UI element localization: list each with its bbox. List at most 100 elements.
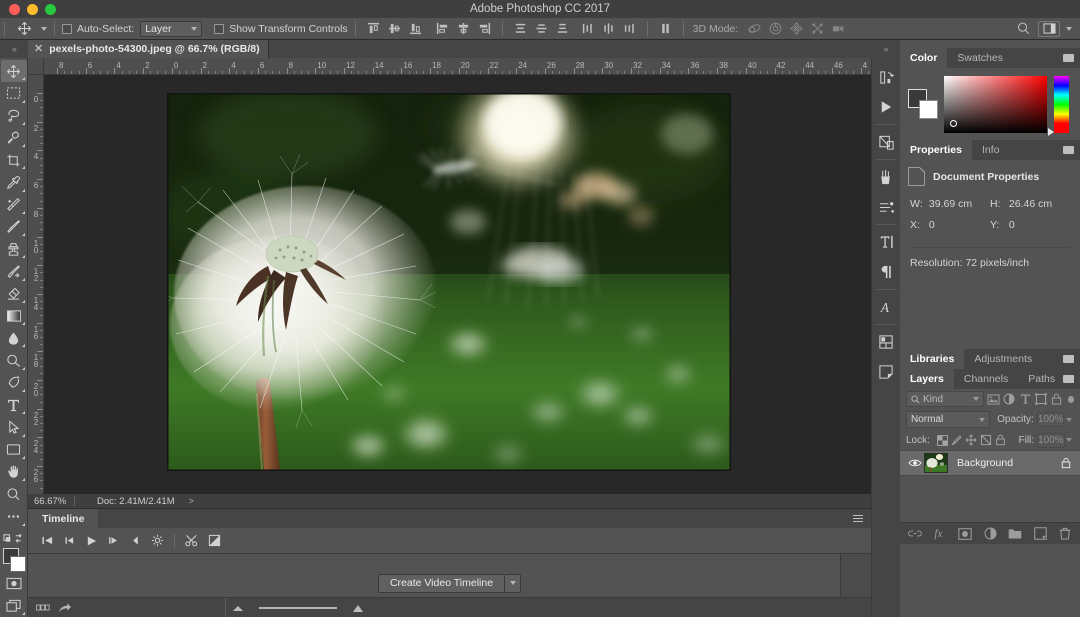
notes-icon[interactable] [873, 357, 900, 387]
eyedropper-tool[interactable] [1, 171, 27, 193]
zoom-in-triangle-icon[interactable] [353, 605, 363, 612]
dodge-tool[interactable] [1, 349, 27, 371]
color-panel-swatches[interactable] [908, 89, 938, 119]
workspace-switcher-icon[interactable] [1038, 21, 1060, 37]
options-bar-grip[interactable] [0, 18, 9, 40]
auto-select-group[interactable]: Auto-Select: [62, 23, 134, 35]
pixel-layer-filter-icon[interactable] [987, 391, 1000, 407]
pen-tool[interactable] [1, 372, 27, 394]
lock-position-icon[interactable] [964, 432, 979, 448]
transition-icon[interactable] [203, 530, 225, 552]
brush-tool[interactable] [1, 216, 27, 238]
history-brush-tool[interactable] [1, 260, 27, 282]
rectangular-marquee-tool[interactable] [1, 82, 27, 104]
type-layer-filter-icon[interactable] [1019, 391, 1032, 407]
document-tab[interactable]: ✕ pexels-photo-54300.jpeg @ 66.7% (RGB/8… [28, 40, 269, 58]
filter-toggle-icon[interactable] [1068, 396, 1074, 403]
type-tool[interactable] [1, 394, 27, 416]
maximize-window-button[interactable] [45, 4, 56, 15]
opacity-chevron-icon[interactable] [1064, 412, 1074, 427]
show-transform-checkbox[interactable] [214, 24, 224, 34]
status-expand-arrow-icon[interactable]: > [189, 496, 194, 506]
adjustment-layer-filter-icon[interactable] [1003, 391, 1016, 407]
lock-all-icon[interactable] [993, 432, 1008, 448]
auto-select-scope-dropdown[interactable]: Layer [140, 21, 202, 37]
color-picker-marker[interactable] [950, 120, 957, 127]
shape-layer-filter-icon[interactable] [1035, 391, 1048, 407]
libraries-panel-menu-icon[interactable] [1063, 355, 1074, 363]
lock-artboard-nesting-icon[interactable] [978, 432, 993, 448]
properties-x[interactable]: X: 0 [910, 219, 990, 231]
add-layer-style-icon[interactable]: fx [933, 527, 947, 541]
paragraph-icon[interactable] [873, 257, 900, 287]
distribute-vertical-centers-icon[interactable] [531, 19, 552, 39]
foreground-background-color-swatches[interactable] [1, 547, 27, 572]
layer-comps-icon[interactable] [873, 327, 900, 357]
new-group-icon[interactable] [1008, 527, 1022, 541]
hue-strip[interactable] [1054, 76, 1069, 133]
align-horizontal-centers-icon[interactable] [453, 19, 474, 39]
rectangle-tool[interactable] [1, 439, 27, 461]
vertical-ruler[interactable]: 02468101214161820222426 [28, 75, 44, 494]
properties-y[interactable]: Y: 0 [990, 219, 1070, 231]
character-styles-icon[interactable]: A [873, 292, 900, 322]
play-icon[interactable] [80, 530, 102, 552]
opacity-value[interactable]: 100% [1037, 412, 1065, 427]
auto-select-checkbox[interactable] [62, 24, 72, 34]
tab-swatches[interactable]: Swatches [947, 48, 1013, 68]
fill-chevron-icon[interactable] [1065, 433, 1074, 448]
clone-stamp-tool[interactable] [1, 238, 27, 260]
background-color-swatch[interactable] [919, 100, 938, 119]
minimize-window-button[interactable] [27, 4, 38, 15]
zoom-tool[interactable] [1, 483, 27, 505]
previous-frame-icon[interactable] [58, 530, 80, 552]
link-layers-icon[interactable] [908, 527, 922, 541]
move-tool[interactable] [1, 60, 27, 82]
tab-timeline[interactable]: Timeline [28, 509, 98, 528]
next-frame-icon[interactable] [102, 530, 124, 552]
3d-orbit-icon[interactable] [744, 19, 765, 39]
3d-roll-icon[interactable] [765, 19, 786, 39]
timeline-panel-menu-icon[interactable] [853, 515, 863, 522]
brush-presets-icon[interactable] [873, 192, 900, 222]
lock-icon[interactable] [1057, 457, 1074, 469]
share-export-icon[interactable] [58, 601, 72, 615]
tab-color[interactable]: Color [900, 48, 947, 68]
align-vertical-centers-icon[interactable] [384, 19, 405, 39]
render-grid-icon[interactable] [36, 601, 50, 615]
tab-paths[interactable]: Paths [1018, 369, 1065, 389]
align-bottom-edges-icon[interactable] [405, 19, 426, 39]
tool-preset-chevron-icon[interactable] [41, 27, 47, 31]
crop-tool[interactable] [1, 149, 27, 171]
tab-channels[interactable]: Channels [954, 369, 1018, 389]
lasso-tool[interactable] [1, 105, 27, 127]
collapse-left-dock-button[interactable]: « [0, 40, 28, 58]
edit-toolbar-tool[interactable] [1, 505, 27, 527]
active-tool-preset-picker[interactable] [9, 19, 39, 39]
lock-image-pixels-icon[interactable] [949, 432, 964, 448]
default-colors-tool[interactable] [1, 531, 27, 545]
tab-libraries[interactable]: Libraries [900, 349, 964, 369]
properties-panel-menu-icon[interactable] [1063, 146, 1074, 154]
eye-icon[interactable] [906, 458, 923, 468]
3d-slide-icon[interactable] [807, 19, 828, 39]
align-top-edges-icon[interactable] [363, 19, 384, 39]
color-picker-field[interactable] [944, 76, 1047, 133]
create-video-timeline-group[interactable]: Create Video Timeline [378, 574, 521, 593]
new-layer-icon[interactable] [1033, 527, 1047, 541]
tab-layers[interactable]: Layers [900, 369, 954, 389]
distribute-horizontal-centers-icon[interactable] [598, 19, 619, 39]
tab-properties[interactable]: Properties [900, 140, 972, 160]
background-color-swatch[interactable] [10, 556, 26, 572]
blend-mode-dropdown[interactable]: Normal [906, 411, 990, 428]
spot-healing-brush-tool[interactable] [1, 194, 27, 216]
options-bar-right[interactable] [1013, 19, 1080, 39]
add-layer-mask-icon[interactable] [958, 527, 972, 541]
close-icon[interactable]: ✕ [34, 44, 43, 55]
smart-object-filter-icon[interactable] [1050, 391, 1063, 407]
distribute-left-edges-icon[interactable] [577, 19, 598, 39]
audio-icon[interactable] [124, 530, 146, 552]
new-fill-adjustment-icon[interactable] [983, 527, 997, 541]
history-icon[interactable] [873, 62, 900, 92]
collapse-right-dock-button[interactable]: » [871, 40, 900, 58]
